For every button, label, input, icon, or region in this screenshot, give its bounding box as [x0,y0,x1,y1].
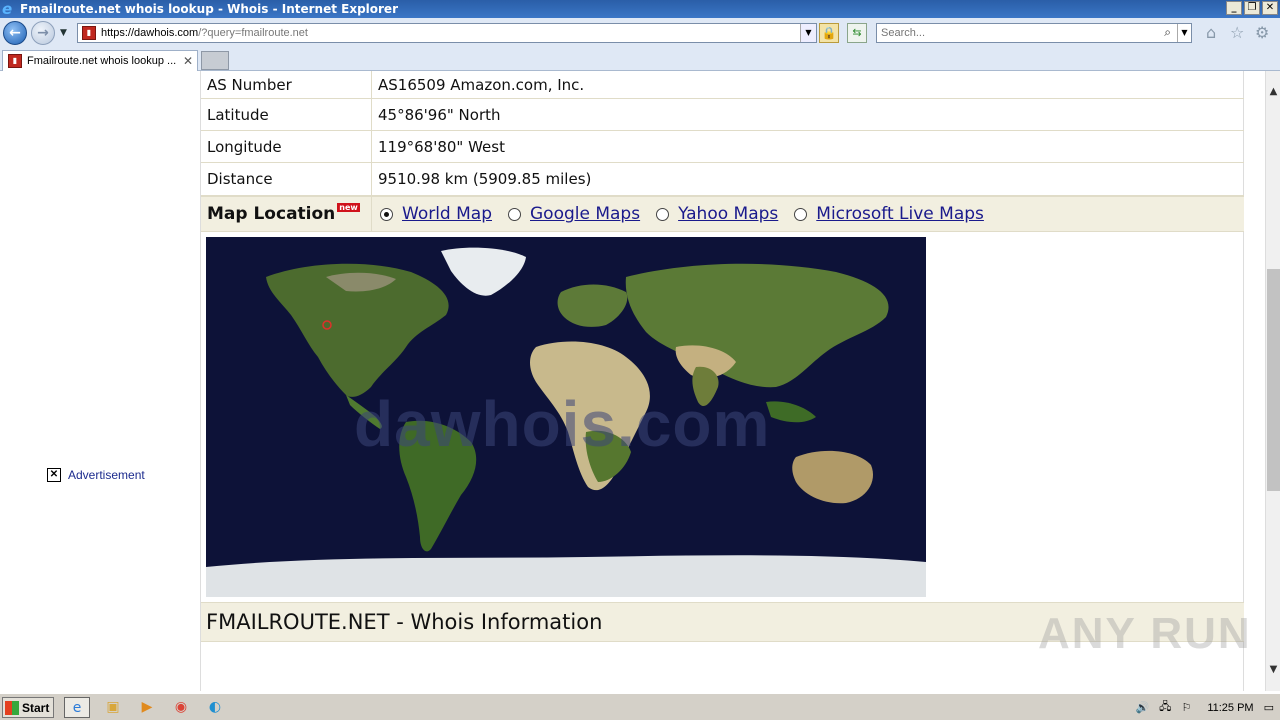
ad-close-icon[interactable]: ✕ [47,468,61,482]
detail-row-as-number: AS Number AS16509 Amazon.com, Inc. [201,71,1244,99]
detail-value: 9510.98 km (5909.85 miles) [378,170,592,188]
media-player-icon[interactable]: ▶ [134,697,160,718]
window-titlebar: e Fmailroute.net whois lookup - Whois - … [0,0,1280,18]
window-controls: _ ❐ ✕ [1226,1,1278,15]
close-button[interactable]: ✕ [1262,1,1278,15]
option-microsoft-live-maps[interactable]: Microsoft Live Maps [794,204,984,224]
site-favicon-icon: ▮ [82,26,96,40]
detail-key: Longitude [201,131,372,162]
ie-taskbar-icon[interactable]: e [64,697,90,718]
scroll-down-icon[interactable]: ▼ [1266,661,1280,678]
world-map-image: dawhois.com [206,237,926,597]
refresh-icon[interactable]: ⇆ [847,23,867,43]
search-input[interactable] [881,27,1151,39]
detail-key: Distance [201,163,372,195]
map-watermark: dawhois.com [354,388,771,460]
tab-whois[interactable]: ▮ Fmailroute.net whois lookup ... ✕ [2,50,198,71]
chrome-icon[interactable]: ◉ [168,697,194,718]
detail-value: AS16509 Amazon.com, Inc. [378,75,585,94]
restore-button[interactable]: ❐ [1244,1,1260,15]
detail-key: Latitude [201,99,372,130]
new-badge: new [337,202,360,212]
detail-key: AS Number [201,71,372,98]
option-google-maps[interactable]: Google Maps [508,204,640,224]
ie-logo-icon: e [2,0,13,18]
search-icon[interactable]: ⌕ [1164,25,1171,40]
forward-button[interactable]: → [31,21,55,45]
history-dropdown-icon[interactable]: ▼ [60,28,67,38]
option-world-map[interactable]: World Map [380,204,492,224]
new-tab-button[interactable] [201,51,229,70]
tab-favicon-icon: ▮ [8,54,22,68]
windows-flag-icon [5,700,19,715]
radio-google-maps[interactable] [508,207,521,221]
gear-icon[interactable]: ⚙ [1255,25,1269,41]
anyrun-watermark: ANY RUN [1038,609,1252,658]
detail-row-latitude: Latitude 45°86'96" North [201,99,1244,131]
detail-value: 119°68'80" West [378,137,505,156]
edge-icon[interactable]: ◐ [202,697,228,718]
minimize-button[interactable]: _ [1226,1,1242,15]
whois-main: AS Number AS16509 Amazon.com, Inc. Latit… [200,71,1244,691]
detail-row-distance: Distance 9510.98 km (5909.85 miles) [201,163,1244,196]
start-label: Start [22,700,50,715]
tab-label: Fmailroute.net whois lookup ... [27,55,177,67]
system-tray: 🔊 🖧 ⚐ 11:25 PM ▭ [1135,697,1280,718]
scroll-thumb[interactable] [1267,269,1280,491]
advertisement[interactable]: ✕ Advertisement [47,468,145,482]
url-path: /?query=fmailroute.net [198,27,308,39]
start-button[interactable]: Start [2,697,54,718]
navigation-bar: ← → ▼ ▮ https://dawhois.com /?query=fmai… [0,18,1280,48]
link-yahoo-maps[interactable]: Yahoo Maps [678,204,778,224]
volume-icon[interactable]: 🔊 [1135,701,1149,714]
option-yahoo-maps[interactable]: Yahoo Maps [656,204,778,224]
detail-value: 45°86'96" North [378,105,501,124]
taskbar: Start e ▣ ▶ ◉ ◐ 🔊 🖧 ⚐ 11:25 PM ▭ [0,693,1280,720]
tab-bar: ▮ Fmailroute.net whois lookup ... ✕ [0,48,1280,71]
map-location-row: Map Location new World Map Google Maps Y… [201,196,1244,232]
map-location-text: Map Location [207,204,336,224]
action-center-flag-icon[interactable]: ⚐ [1181,701,1191,714]
lock-icon[interactable]: 🔒 [819,23,839,43]
clock[interactable]: 11:25 PM [1207,702,1253,714]
show-desktop-icon[interactable]: ▭ [1264,701,1274,714]
home-icon[interactable]: ⌂ [1206,25,1216,41]
link-microsoft-live-maps[interactable]: Microsoft Live Maps [816,204,984,224]
address-dropdown-icon[interactable]: ▼ [800,24,816,42]
page-content: ✕ Advertisement AS Number AS16509 Amazon… [0,71,1265,691]
tab-close-icon[interactable]: ✕ [183,54,193,68]
detail-row-longitude: Longitude 119°68'80" West [201,131,1244,163]
vertical-scrollbar[interactable]: ▲ ▼ [1265,71,1280,691]
search-box[interactable]: ⌕ ▼ [876,23,1192,43]
network-icon[interactable]: 🖧 [1159,698,1171,717]
explorer-folder-icon[interactable]: ▣ [100,697,126,718]
ad-label[interactable]: Advertisement [68,468,145,482]
address-bar[interactable]: ▮ https://dawhois.com /?query=fmailroute… [77,23,817,43]
radio-world-map[interactable] [380,207,393,221]
scroll-up-icon[interactable]: ▲ [1266,83,1280,100]
window-title: Fmailroute.net whois lookup - Whois - In… [20,2,398,16]
url-host: https://dawhois.com [101,27,199,39]
radio-microsoft-live-maps[interactable] [794,207,808,221]
map-location-label: Map Location new [201,197,372,231]
link-google-maps[interactable]: Google Maps [530,204,640,224]
favorites-star-icon[interactable]: ☆ [1230,25,1244,41]
search-dropdown-icon[interactable]: ▼ [1177,24,1191,42]
back-button[interactable]: ← [3,21,27,45]
radio-yahoo-maps[interactable] [656,207,670,221]
link-world-map[interactable]: World Map [402,204,492,224]
